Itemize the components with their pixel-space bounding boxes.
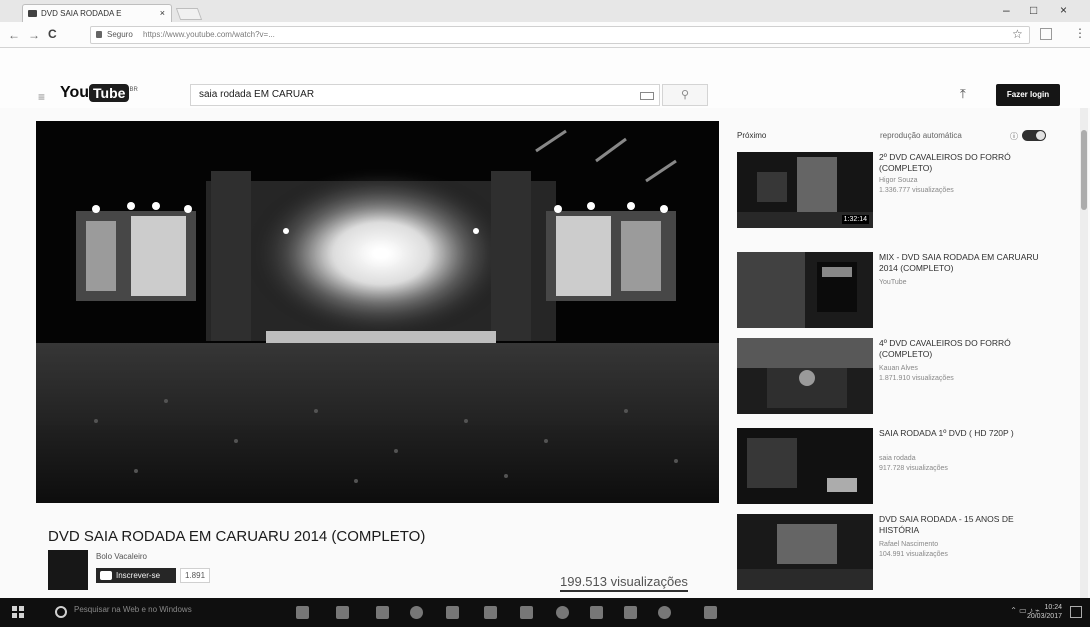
close-window-button[interactable]: × [1060,3,1067,17]
tab-close-icon[interactable]: × [160,5,165,22]
sidebar-video-channel: YouTube [879,279,907,286]
sidebar-video-title: SAIA RODADA 1º DVD ( HD 720p ) [879,428,1014,438]
sidebar-video-channel: saia rodada [879,455,916,462]
store-icon[interactable] [376,606,389,619]
sidebar-video-channel: Higor Souza [879,177,918,184]
url-text: https://www.youtube.com/watch?v=... [143,30,275,39]
video-thumbnail [737,338,873,414]
bookmark-star-icon[interactable]: ☆ [1012,27,1023,41]
clock-date: 20/03/2017 [1026,613,1062,620]
address-bar: ← → C Seguro https://www.youtube.com/wat… [0,22,1090,48]
app-icon[interactable] [484,606,497,619]
lock-icon [96,31,102,38]
sidebar-video-views: 104.991 visualizações [879,551,948,558]
chrome-icon[interactable] [556,606,569,619]
file-explorer-icon[interactable] [336,606,349,619]
up-next-label: Próximo [737,131,767,140]
skype-icon[interactable] [410,606,423,619]
autoplay-label: reprodução automática [880,131,962,140]
sidebar-video-title: 2º DVD CAVALEIROS DO FORRÓ (COMPLETO) [879,152,1011,173]
sidebar-video-title: 4º DVD CAVALEIROS DO FORRÓ (COMPLETO) [879,338,1011,359]
secure-label: Seguro [107,30,133,39]
search-button[interactable]: ⚲ [662,84,708,106]
browser-menu-icon[interactable]: ⋮ [1074,26,1086,40]
forward-arrow-icon[interactable]: → [28,28,40,42]
autoplay-toggle[interactable] [1022,130,1046,141]
sidebar-video-views: 917.728 visualizações [879,465,948,472]
url-input[interactable]: Seguro https://www.youtube.com/watch?v=.… [90,26,1030,44]
view-count: 199.513 visualizações [560,574,688,592]
sidebar-video-item[interactable]: DVD SAIA RODADA - 15 ANOS DE HISTÓRIA Ra… [737,514,1077,594]
sidebar-video-views: 1.871.910 visualizações [879,375,954,382]
video-thumbnail [737,252,873,328]
sidebar-video-views: 1.336.777 visualizações [879,187,954,194]
video-thumbnail [737,514,873,590]
video-title: DVD SAIA RODADA EM CARUARU 2014 (COMPLET… [48,528,426,545]
sidebar-video-title: Mix - DVD SAIA RODADA EM CARUARU 2014 (C… [879,252,1039,273]
channel-name[interactable]: Bolo Vacaleiro [96,552,147,561]
logo-you: You [60,84,90,101]
video-frame-concert-stage [36,121,719,503]
youtube-favicon-icon [28,10,37,17]
app-icon[interactable] [704,606,717,619]
video-thumbnail: 1:32:14 [737,152,873,228]
duration-badge: 1:32:14 [841,215,869,224]
cortana-icon[interactable] [55,606,67,618]
logo-region: BR [129,86,138,93]
minimize-button[interactable]: – [1003,3,1010,17]
video-player[interactable] [36,121,719,503]
windows-taskbar: Pesquisar na Web e no Windows ⌃ ▭ ♪ ⌁ 10… [0,598,1090,627]
channel-avatar[interactable] [48,550,88,590]
search-input[interactable]: saia rodada EM CARUAR [190,84,660,106]
upload-icon[interactable]: ⤒ [960,86,966,102]
logo-tube: Tube [89,84,130,102]
browser-tab[interactable]: DVD SAIA RODADA E × [22,4,172,22]
sidebar-video-item[interactable]: 1:32:14 2º DVD CAVALEIROS DO FORRÓ (COMP… [737,152,1077,232]
sidebar-video-item[interactable]: 4º DVD CAVALEIROS DO FORRÓ (COMPLETO) Ka… [737,338,1077,418]
app-icon[interactable] [590,606,603,619]
app-icon[interactable] [446,606,459,619]
signin-button[interactable]: Fazer login [996,84,1060,106]
subscribe-button[interactable]: Inscrever-se [96,568,176,583]
sidebar-video-item[interactable]: Mix - DVD SAIA RODADA EM CARUARU 2014 (C… [737,252,1077,332]
youtube-logo[interactable]: You Tube BR [60,84,138,106]
app-icon[interactable] [658,606,671,619]
app-icon[interactable] [624,606,637,619]
taskbar-search[interactable]: Pesquisar na Web e no Windows [74,605,192,614]
new-tab-button[interactable] [175,8,203,20]
notifications-icon[interactable] [1070,606,1082,618]
keyboard-icon[interactable] [640,92,654,100]
reload-icon[interactable]: C [48,27,57,41]
tab-strip: DVD SAIA RODADA E × – □ × [0,0,1090,22]
taskbar-clock[interactable]: 10:24 20/03/2017 [1027,603,1062,621]
clock-time: 10:24 [1044,604,1062,611]
sidebar-video-channel: Kauan Alves [879,365,918,372]
info-icon[interactable]: ⓘ [1010,131,1018,142]
subscriber-count: 1.891 [180,568,211,583]
back-arrow-icon[interactable]: ← [8,28,20,42]
search-icon: ⚲ [680,89,690,101]
task-view-icon[interactable] [296,606,309,619]
maximize-button[interactable]: □ [1030,3,1037,17]
sidebar-video-title: DVD SAIA RODADA - 15 ANOS DE HISTÓRIA [879,514,1014,535]
video-thumbnail [737,428,873,504]
windows-start-icon[interactable] [12,606,24,618]
sidebar-video-item[interactable]: SAIA RODADA 1º DVD ( HD 720p ) saia roda… [737,428,1077,508]
extension-icon[interactable] [1040,28,1052,40]
guide-menu-icon[interactable]: ≡ [38,90,45,104]
scrollbar-thumb[interactable] [1081,130,1087,210]
outlook-icon[interactable] [520,606,533,619]
subscribe-label: Inscrever-se [116,571,161,580]
tab-title: DVD SAIA RODADA E [41,9,122,18]
youtube-play-icon [100,571,112,580]
sidebar-video-channel: Rafael Nascimento [879,541,939,548]
